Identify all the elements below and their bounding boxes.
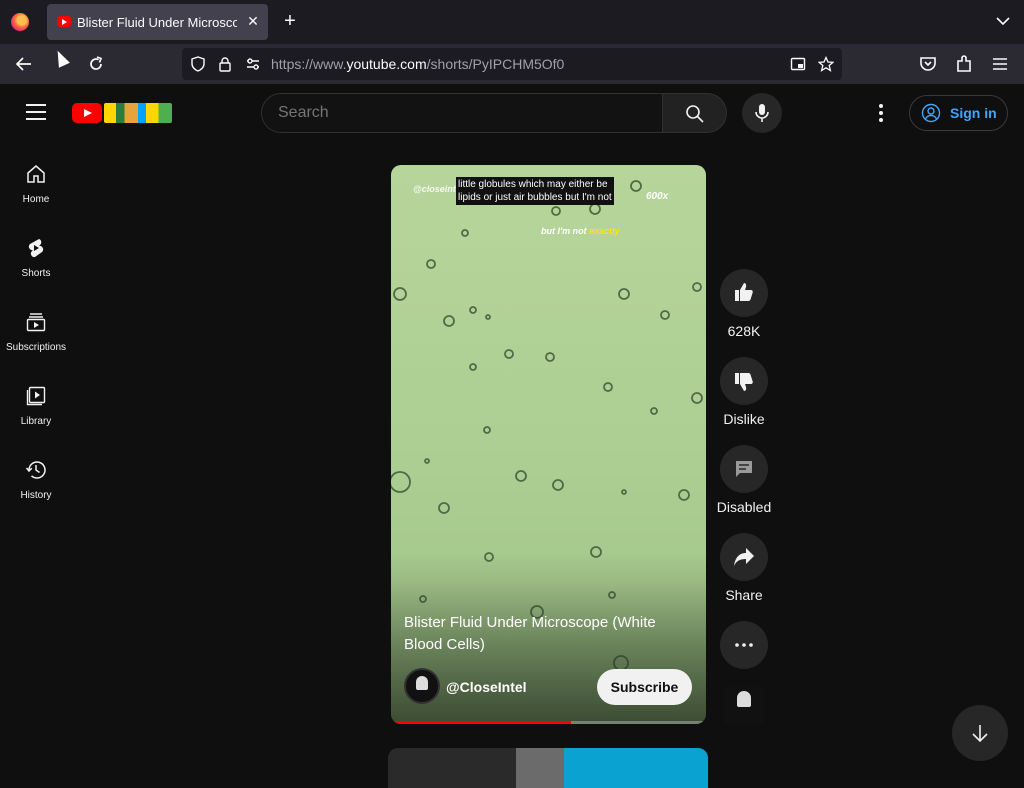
voice-search-button[interactable] [742,93,782,133]
search-icon [686,105,704,123]
guide-item-history[interactable]: History [0,459,72,525]
guide-label: History [20,490,52,501]
library-icon [26,386,46,406]
close-tab-icon[interactable]: ✕ [244,12,262,30]
thumbs-down-icon [735,373,753,391]
subscribe-button[interactable]: Subscribe [597,669,692,705]
comments-label: Disabled [716,499,772,515]
extensions-icon[interactable] [954,54,974,74]
subtitle-highlight: exactly [589,226,620,236]
share-button[interactable]: Share [720,533,768,603]
more-options-icon[interactable] [870,102,892,124]
url-path: /shorts/PyIPCHM5Of0 [426,56,565,72]
history-icon [25,461,46,479]
dislike-label: Dislike [723,411,765,427]
tab-list-chevron-icon[interactable] [994,12,1012,30]
pocket-icon[interactable] [918,54,938,74]
caption-line: little globules which may either be [458,179,608,190]
url-prefix: https://www. [271,56,347,72]
sign-in-label: Sign in [950,105,997,121]
video-progress-bar[interactable] [391,721,706,724]
share-arrow-icon [734,548,754,566]
arrow-down-icon [972,725,988,743]
next-short-button[interactable] [952,705,1008,761]
new-tab-icon[interactable]: + [280,11,300,31]
guide-menu-icon[interactable] [26,104,46,120]
firefox-logo-icon[interactable] [11,13,29,31]
app-menu-icon[interactable] [990,54,1010,74]
burned-in-subtitle: but I'm not exactly [541,226,620,236]
dislike-button[interactable]: Dislike [720,357,768,427]
short-video-player[interactable]: @closeintel little globules which may ei… [391,165,706,724]
guide-label: Subscriptions [5,342,67,353]
sign-in-button[interactable]: Sign in [909,95,1008,131]
subscriptions-icon [26,313,46,332]
video-caption: little globules which may either be lipi… [456,177,614,205]
microphone-icon [755,104,769,122]
url-bar[interactable]: https://www.youtube.com/shorts/PyIPCHM5O… [182,48,842,80]
guide-item-library[interactable]: Library [0,385,72,451]
bookmark-star-icon[interactable] [818,56,834,72]
tracking-shield-icon[interactable] [190,56,206,72]
channel-avatar[interactable] [404,668,440,704]
youtube-masthead: Sign in [0,84,1024,142]
lock-icon[interactable] [217,56,233,72]
search-button[interactable] [662,93,727,133]
channel-name[interactable]: @CloseIntel [446,679,527,695]
comment-icon [736,461,752,477]
next-short-preview[interactable] [388,748,708,788]
tab-title: Blister Fluid Under Microscope (White Bl… [77,15,237,30]
browser-tab-bar: Blister Fluid Under Microscope (White Bl… [0,0,1024,44]
guide-item-subscriptions[interactable]: Subscriptions [0,311,72,377]
url-text[interactable]: https://www.youtube.com/shorts/PyIPCHM5O… [271,56,564,72]
guide-label: Library [20,416,52,427]
more-actions-button[interactable] [720,621,768,669]
back-arrow-icon[interactable] [14,54,34,74]
shorts-icon [28,239,44,258]
youtube-favicon-icon [57,16,71,27]
guide-label: Shorts [21,268,51,279]
channel-thumbnail[interactable] [724,685,764,725]
search-box [261,93,663,133]
guide-item-shorts[interactable]: Shorts [0,237,72,303]
browser-nav-bar: https://www.youtube.com/shorts/PyIPCHM5O… [0,44,1024,84]
url-domain: youtube.com [346,56,427,72]
guide-item-home[interactable]: Home [0,163,72,229]
youtube-logo-icon[interactable] [72,103,102,123]
account-icon [921,103,941,123]
short-title[interactable]: Blister Fluid Under Microscope (White Bl… [404,612,694,656]
video-progress-fill [391,721,571,724]
youtube-doodle-logo[interactable] [104,103,172,123]
like-button[interactable]: 628K [720,269,768,339]
thumbs-up-icon [735,283,753,301]
magnification-label: 600x [646,191,669,202]
search-input[interactable] [278,104,638,122]
comments-button[interactable]: Disabled [717,445,771,515]
permissions-icon[interactable] [245,56,261,72]
browser-tab-active[interactable]: Blister Fluid Under Microscope (White Bl… [47,4,268,40]
like-count: 628K [727,323,761,339]
caption-line: lipids or just air bubbles but I'm not [458,192,612,203]
guide-label: Home [22,194,50,205]
picture-in-picture-icon[interactable] [790,56,806,72]
more-horizontal-icon [735,643,753,647]
home-icon [27,165,45,183]
reload-icon[interactable] [86,54,106,74]
share-label: Share [725,587,763,603]
subtitle-text: but I'm not [541,226,587,236]
